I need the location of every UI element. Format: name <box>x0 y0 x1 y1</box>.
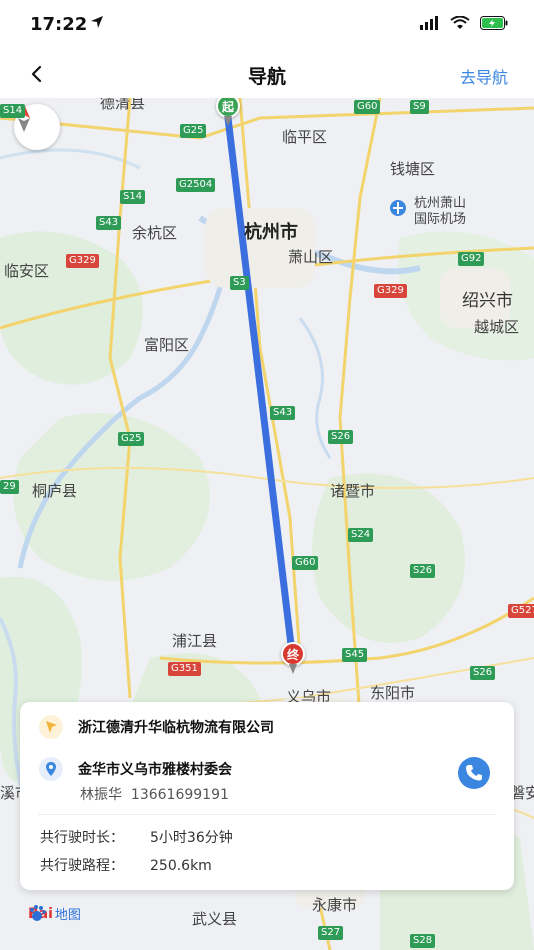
city-label: 桐庐县 <box>32 482 78 500</box>
road-shield: G60 <box>354 100 381 114</box>
duration-row: 共行驶时长： 5小时36分钟 <box>40 827 233 847</box>
baidu-map-logo: Bai 地图 <box>28 904 81 923</box>
road-shield: S26 <box>410 564 436 578</box>
road-shield: G25 <box>118 432 145 446</box>
duration-label: 共行驶时长： <box>40 830 124 846</box>
city-label: 永康市 <box>312 896 358 914</box>
contact-phone: 13661699191 <box>130 787 229 803</box>
card-divider <box>38 814 496 815</box>
city-label: 萧山区 <box>288 248 334 266</box>
end-marker-pin <box>289 664 297 674</box>
wifi-icon <box>450 16 470 29</box>
road-shield: S9 <box>410 100 429 114</box>
city-label: 国际机场 <box>414 212 467 227</box>
road-shield: S14 <box>120 190 146 204</box>
road-shield: G60 <box>292 556 319 570</box>
paw-icon <box>30 905 46 921</box>
road-shield: G25 <box>180 124 207 138</box>
duration-value: 5小时36分钟 <box>150 830 233 846</box>
call-button[interactable] <box>458 757 490 789</box>
origin-icon <box>38 714 64 740</box>
status-bar: 17:22 <box>0 0 534 50</box>
battery-icon <box>480 16 508 30</box>
city-label: 杭州市 <box>244 222 298 243</box>
road-shield: S27 <box>318 926 344 940</box>
road-shield: 29 <box>0 480 19 494</box>
road-shield: S3 <box>230 276 249 290</box>
origin-address: 浙江德清升华临杭物流有限公司 <box>78 720 274 736</box>
road-shield: S26 <box>328 430 354 444</box>
city-label: 东阳市 <box>370 684 416 702</box>
signal-icon <box>420 16 438 30</box>
road-shield: S45 <box>342 648 368 662</box>
road-shield: G329 <box>374 284 407 298</box>
back-button[interactable] <box>20 58 52 90</box>
city-label: 绍兴市 <box>462 291 513 311</box>
road-shield: G351 <box>168 662 201 676</box>
destination-row: 金华市义乌市雅楼村委会 <box>38 756 232 782</box>
road-shield: S24 <box>348 528 374 542</box>
road-shield: S26 <box>470 666 496 680</box>
destination-icon <box>38 756 64 782</box>
contact-name: 林振华 <box>80 787 122 803</box>
destination-address: 金华市义乌市雅楼村委会 <box>78 762 232 778</box>
route-info-card: 浙江德清升华临杭物流有限公司 金华市义乌市雅楼村委会 林振华 136616991… <box>20 702 514 890</box>
route-line <box>224 114 296 657</box>
start-marker-label: 起 <box>216 98 240 118</box>
road-shield: S43 <box>270 406 296 420</box>
distance-value: 250.6km <box>150 858 212 874</box>
phone-icon <box>466 765 482 781</box>
status-icons <box>420 16 508 30</box>
city-label: 德清县 <box>100 98 146 112</box>
distance-row: 共行驶路程： 250.6km <box>40 855 212 875</box>
city-label: 富阳区 <box>144 336 190 354</box>
location-arrow-icon <box>91 16 103 28</box>
road-shield: G2504 <box>176 178 216 192</box>
city-label: 临平区 <box>282 128 328 146</box>
city-label: 临安区 <box>4 262 50 280</box>
end-marker[interactable]: 终 <box>281 642 305 674</box>
start-marker-pin <box>224 116 232 126</box>
road-shield: S14 <box>0 104 26 118</box>
logo-map-text: 地图 <box>54 908 81 923</box>
city-label: 浦江县 <box>172 632 218 650</box>
chevron-left-icon <box>31 65 42 83</box>
end-marker-label: 终 <box>281 642 305 666</box>
origin-row: 浙江德清升华临杭物流有限公司 <box>38 714 274 740</box>
start-navigation-button[interactable]: 去导航 <box>460 64 508 88</box>
road-shield: S28 <box>410 934 436 948</box>
contact-info: 林振华 13661699191 <box>80 784 229 804</box>
road-shield: G527 <box>508 604 534 618</box>
nav-bar: 导航 去导航 <box>0 50 534 98</box>
road-shield: S43 <box>96 216 122 230</box>
city-label: 越城区 <box>474 318 520 336</box>
city-label: 诸暨市 <box>330 482 376 500</box>
page-title: 导航 <box>247 66 286 88</box>
start-marker[interactable]: 起 <box>216 98 240 126</box>
distance-label: 共行驶路程： <box>40 858 124 874</box>
city-label: 武义县 <box>192 910 238 928</box>
status-time: 17:22 <box>30 14 88 35</box>
road-shield: G329 <box>66 254 99 268</box>
city-label: 余杭区 <box>132 224 178 242</box>
road-shield: G92 <box>458 252 485 266</box>
city-label: 钱塘区 <box>390 160 436 178</box>
